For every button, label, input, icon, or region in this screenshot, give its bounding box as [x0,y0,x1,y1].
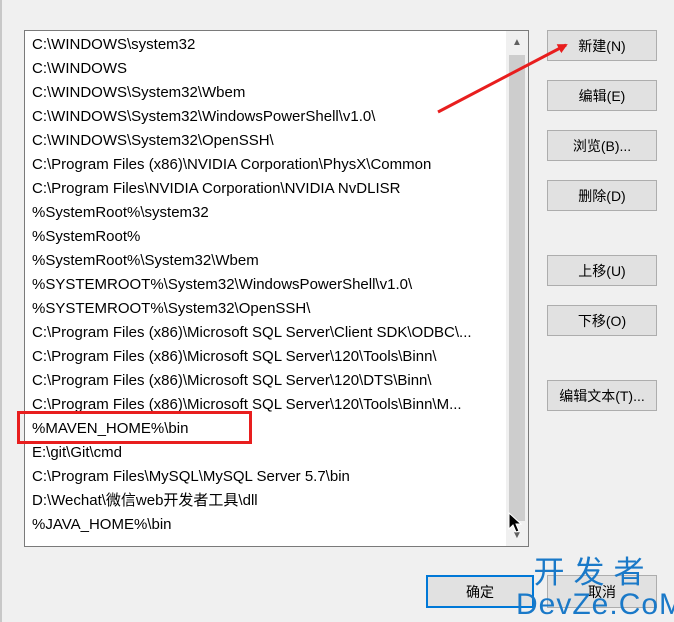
path-list-item[interactable]: C:\Program Files (x86)\Microsoft SQL Ser… [25,321,506,345]
move-down-button[interactable]: 下移(O) [547,305,657,336]
path-list-item[interactable]: %SystemRoot%\system32 [25,201,506,225]
path-list-item[interactable]: %SYSTEMROOT%\System32\OpenSSH\ [25,297,506,321]
new-button[interactable]: 新建(N) [547,30,657,61]
path-list-item[interactable]: D:\Wechat\微信web开发者工具\dll [25,489,506,513]
path-list-item[interactable]: C:\Program Files (x86)\NVIDIA Corporatio… [25,153,506,177]
path-list-item[interactable]: C:\WINDOWS [25,57,506,81]
path-list-item[interactable]: C:\Program Files (x86)\Microsoft SQL Ser… [25,369,506,393]
scroll-up-arrow-icon[interactable]: ▲ [506,31,528,53]
move-up-button[interactable]: 上移(U) [547,255,657,286]
path-list-item[interactable]: %JAVA_HOME%\bin [25,513,506,537]
path-list-item[interactable]: %SYSTEMROOT%\System32\WindowsPowerShell\… [25,273,506,297]
path-list-item[interactable]: C:\WINDOWS\System32\Wbem [25,81,506,105]
edit-button[interactable]: 编辑(E) [547,80,657,111]
edit-text-button[interactable]: 编辑文本(T)... [547,380,657,411]
path-list-item[interactable]: C:\Program Files\MySQL\MySQL Server 5.7\… [25,465,506,489]
path-listbox[interactable]: C:\WINDOWS\system32 C:\WINDOWS C:\WINDOWS\… [24,30,529,547]
path-list-item[interactable]: C:\Program Files (x86)\Microsoft SQL Ser… [25,345,506,369]
delete-button[interactable]: 删除(D) [547,180,657,211]
browse-button[interactable]: 浏览(B)... [547,130,657,161]
path-list-item[interactable]: %SystemRoot% [25,225,506,249]
path-list-item[interactable]: %MAVEN_HOME%\bin [25,417,506,441]
path-list-item[interactable]: E:\git\Git\cmd [25,441,506,465]
path-list-item[interactable]: C:\Program Files (x86)\Microsoft SQL Ser… [25,393,506,417]
cancel-button[interactable]: 取消 [547,575,657,608]
path-list-item[interactable]: C:\WINDOWS\System32\OpenSSH\ [25,129,506,153]
ok-button[interactable]: 确定 [426,575,534,608]
path-list-item[interactable]: C:\WINDOWS\system32 [25,33,506,57]
dialog-left-edge [0,0,2,622]
path-list-item[interactable]: C:\Program Files\NVIDIA Corporation\NVID… [25,177,506,201]
scroll-thumb[interactable] [509,55,525,521]
mouse-cursor-icon [508,512,522,533]
path-list-rows: C:\WINDOWS\system32 C:\WINDOWS C:\WINDOWS\… [25,33,506,537]
path-list-item[interactable]: %SystemRoot%\System32\Wbem [25,249,506,273]
vertical-scrollbar[interactable]: ▲ ▼ [506,31,528,546]
path-list-item[interactable]: C:\WINDOWS\System32\WindowsPowerShell\v1… [25,105,506,129]
